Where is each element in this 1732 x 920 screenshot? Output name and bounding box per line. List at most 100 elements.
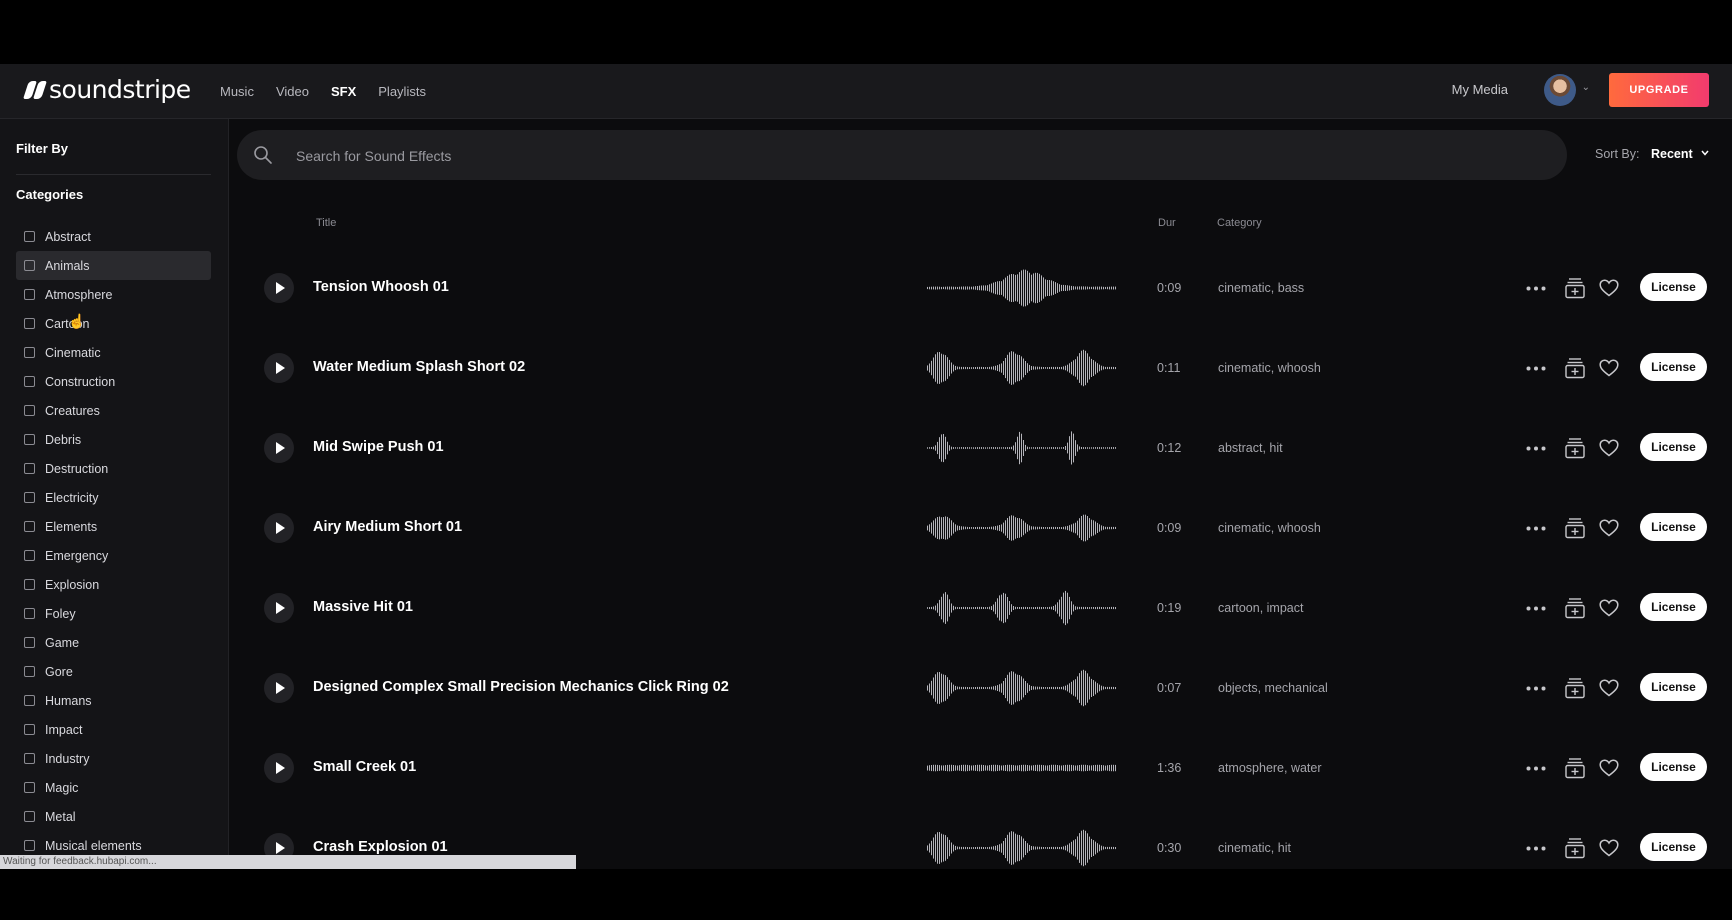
category-checkbox[interactable] xyxy=(24,608,35,619)
sort-dropdown[interactable]: Recent xyxy=(1651,147,1693,161)
category-checkbox[interactable] xyxy=(24,753,35,764)
category-checkbox[interactable] xyxy=(24,550,35,561)
more-options-icon[interactable] xyxy=(1526,766,1546,771)
category-checkbox[interactable] xyxy=(24,579,35,590)
more-options-icon[interactable] xyxy=(1526,446,1546,451)
track-title[interactable]: Designed Complex Small Precision Mechani… xyxy=(313,679,729,695)
heart-icon[interactable] xyxy=(1599,279,1619,297)
heart-icon[interactable] xyxy=(1599,439,1619,457)
category-checkbox[interactable] xyxy=(24,637,35,648)
track-row[interactable]: Mid Swipe Push 01 0:12 abstract, hit Licens… xyxy=(229,408,1732,488)
category-filter-item[interactable]: Debris xyxy=(16,425,211,454)
add-to-playlist-icon[interactable] xyxy=(1565,597,1585,619)
waveform[interactable] xyxy=(927,268,1117,308)
add-to-playlist-icon[interactable] xyxy=(1565,437,1585,459)
category-filter-item[interactable]: Magic xyxy=(16,773,211,802)
license-button[interactable]: License xyxy=(1640,673,1707,701)
track-row[interactable]: Tension Whoosh 01 0:09 cinematic, bass Lice… xyxy=(229,248,1732,328)
category-filter-item[interactable]: Atmosphere xyxy=(16,280,211,309)
category-checkbox[interactable] xyxy=(24,376,35,387)
category-checkbox[interactable] xyxy=(24,231,35,242)
play-button[interactable] xyxy=(264,353,294,383)
license-button[interactable]: License xyxy=(1640,593,1707,621)
more-options-icon[interactable] xyxy=(1526,846,1546,851)
license-button[interactable]: License xyxy=(1640,273,1707,301)
play-button[interactable] xyxy=(264,673,294,703)
heart-icon[interactable] xyxy=(1599,599,1619,617)
category-checkbox[interactable] xyxy=(24,434,35,445)
add-to-playlist-icon[interactable] xyxy=(1565,677,1585,699)
nav-playlists[interactable]: Playlists xyxy=(378,84,426,99)
add-to-playlist-icon[interactable] xyxy=(1565,517,1585,539)
play-button[interactable] xyxy=(264,433,294,463)
category-checkbox[interactable] xyxy=(24,463,35,474)
waveform[interactable] xyxy=(927,508,1117,548)
nav-music[interactable]: Music xyxy=(220,84,254,99)
add-to-playlist-icon[interactable] xyxy=(1565,837,1585,859)
heart-icon[interactable] xyxy=(1599,359,1619,377)
license-button[interactable]: License xyxy=(1640,353,1707,381)
waveform[interactable] xyxy=(927,348,1117,388)
track-row[interactable]: Massive Hit 01 0:19 cartoon, impact License xyxy=(229,568,1732,648)
category-filter-item[interactable]: Explosion xyxy=(16,570,211,599)
category-filter-item[interactable]: Industry xyxy=(16,744,211,773)
more-options-icon[interactable] xyxy=(1526,686,1546,691)
category-checkbox[interactable] xyxy=(24,840,35,851)
soundstripe-logo[interactable]: soundstripe xyxy=(23,75,191,104)
play-button[interactable] xyxy=(264,753,294,783)
play-button[interactable] xyxy=(264,593,294,623)
heart-icon[interactable] xyxy=(1599,839,1619,857)
category-filter-item[interactable]: Emergency xyxy=(16,541,211,570)
category-checkbox[interactable] xyxy=(24,782,35,793)
category-checkbox[interactable] xyxy=(24,318,35,329)
waveform[interactable] xyxy=(927,748,1117,788)
add-to-playlist-icon[interactable] xyxy=(1565,757,1585,779)
category-checkbox[interactable] xyxy=(24,666,35,677)
category-filter-item[interactable]: Abstract xyxy=(16,222,211,251)
my-media-link[interactable]: My Media xyxy=(1452,82,1508,97)
category-filter-item[interactable]: Cartoon xyxy=(16,309,211,338)
category-checkbox[interactable] xyxy=(24,347,35,358)
waveform[interactable] xyxy=(927,428,1117,468)
heart-icon[interactable] xyxy=(1599,679,1619,697)
category-filter-item[interactable]: Animals xyxy=(16,251,211,280)
search-input[interactable] xyxy=(294,144,1098,168)
category-checkbox[interactable] xyxy=(24,724,35,735)
upgrade-button[interactable]: UPGRADE xyxy=(1609,73,1709,107)
more-options-icon[interactable] xyxy=(1526,366,1546,371)
heart-icon[interactable] xyxy=(1599,519,1619,537)
category-filter-item[interactable]: Foley xyxy=(16,599,211,628)
category-checkbox[interactable] xyxy=(24,289,35,300)
column-header-title[interactable]: Title xyxy=(316,217,336,229)
category-filter-item[interactable]: Electricity xyxy=(16,483,211,512)
chevron-down-icon[interactable]: ⌄ xyxy=(1582,82,1590,93)
category-filter-item[interactable]: Elements xyxy=(16,512,211,541)
license-button[interactable]: License xyxy=(1640,753,1707,781)
category-filter-item[interactable]: Humans xyxy=(16,686,211,715)
category-checkbox[interactable] xyxy=(24,811,35,822)
category-checkbox[interactable] xyxy=(24,695,35,706)
play-button[interactable] xyxy=(264,513,294,543)
license-button[interactable]: License xyxy=(1640,513,1707,541)
category-filter-item[interactable]: Game xyxy=(16,628,211,657)
track-title[interactable]: Airy Medium Short 01 xyxy=(313,519,462,535)
track-title[interactable]: Small Creek 01 xyxy=(313,759,416,775)
avatar[interactable] xyxy=(1544,74,1576,106)
chevron-down-icon[interactable] xyxy=(1700,148,1710,158)
track-title[interactable]: Tension Whoosh 01 xyxy=(313,279,449,295)
category-filter-item[interactable]: Destruction xyxy=(16,454,211,483)
track-title[interactable]: Mid Swipe Push 01 xyxy=(313,439,444,455)
waveform[interactable] xyxy=(927,668,1117,708)
waveform[interactable] xyxy=(927,828,1117,868)
track-row[interactable]: Small Creek 01 1:36 atmosphere, water Licen… xyxy=(229,728,1732,808)
category-checkbox[interactable] xyxy=(24,521,35,532)
category-filter-item[interactable]: Metal xyxy=(16,802,211,831)
category-filter-item[interactable]: Gore xyxy=(16,657,211,686)
category-filter-item[interactable]: Creatures xyxy=(16,396,211,425)
category-checkbox[interactable] xyxy=(24,492,35,503)
license-button[interactable]: License xyxy=(1640,833,1707,861)
waveform[interactable] xyxy=(927,588,1117,628)
play-button[interactable] xyxy=(264,273,294,303)
category-filter-item[interactable]: Impact xyxy=(16,715,211,744)
category-filter-item[interactable]: Construction xyxy=(16,367,211,396)
